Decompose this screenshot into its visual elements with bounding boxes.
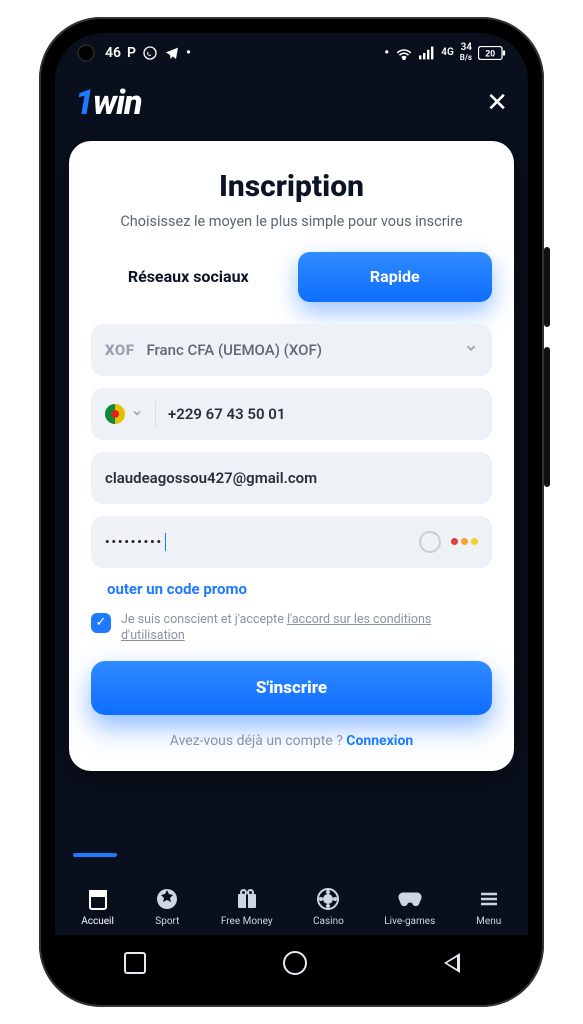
- gamepad-icon: [397, 886, 423, 912]
- signup-card: Inscription Choisissez le moyen le plus …: [69, 141, 514, 771]
- consent-text: Je suis conscient et j'accepte l'accord …: [121, 612, 492, 646]
- status-more: •: [186, 45, 191, 61]
- annotation-arrow: [55, 33, 56, 34]
- app-header: 1win ✕: [55, 69, 528, 133]
- status-dot: •: [384, 45, 389, 61]
- tabbar-item-free-money[interactable]: Free Money: [221, 886, 273, 927]
- consent-row: ✓ Je suis conscient et j'accepte l'accor…: [91, 612, 492, 646]
- tabbar-item-live-games[interactable]: Live-games: [384, 886, 435, 927]
- tab-social[interactable]: Réseaux sociaux: [91, 252, 286, 302]
- currency-code: XOF: [105, 341, 134, 359]
- telegram-icon: [164, 45, 180, 61]
- status-letter: P: [127, 45, 136, 61]
- tabbar-item-sport[interactable]: Sport: [154, 886, 180, 927]
- text-cursor: [165, 533, 166, 551]
- email-value: claudeagossou427@gmail.com: [105, 469, 478, 487]
- casino-icon: [315, 886, 341, 912]
- front-camera: [77, 44, 95, 62]
- menu-icon: [476, 886, 502, 912]
- gift-icon: [234, 886, 260, 912]
- password-field[interactable]: •••••••••: [91, 516, 492, 568]
- tabbar-label: Accueil: [81, 916, 114, 927]
- screen: 46 P • •: [55, 33, 528, 991]
- signup-method-tabs: Réseaux sociaux Rapide: [91, 252, 492, 302]
- hotspot-icon: [395, 46, 413, 60]
- email-field[interactable]: claudeagossou427@gmail.com: [91, 452, 492, 504]
- tabbar-item-casino[interactable]: Casino: [313, 886, 344, 927]
- tabbar-item-menu[interactable]: Menu: [476, 886, 502, 927]
- nav-back-button[interactable]: [444, 953, 460, 973]
- consent-checkbox[interactable]: ✓: [91, 613, 111, 633]
- tabbar-label: Menu: [476, 916, 501, 927]
- svg-text:20: 20: [485, 49, 495, 59]
- logo: 1win: [75, 83, 142, 123]
- tabbar-item-home[interactable]: Accueil: [81, 886, 114, 927]
- sport-icon: [154, 886, 180, 912]
- chevron-down-icon[interactable]: [131, 405, 143, 423]
- divider: [155, 401, 156, 427]
- eye-icon[interactable]: [419, 531, 441, 553]
- close-button[interactable]: ✕: [486, 90, 508, 116]
- password-strength: [451, 538, 478, 545]
- currency-select[interactable]: XOF Franc CFA (UEMOA) (XOF): [91, 324, 492, 376]
- bottom-tabbar: Accueil Sport Free Money: [55, 849, 528, 935]
- page-subtitle: Choisissez le moyen le plus simple pour …: [91, 212, 492, 232]
- phone-side-button: [544, 347, 550, 487]
- phone-field[interactable]: +229 67 43 50 01: [91, 388, 492, 440]
- network-speed: 34B/s: [460, 43, 472, 63]
- country-flag-icon: [105, 404, 125, 424]
- chevron-down-icon: [464, 341, 478, 359]
- tabbar-label: Sport: [155, 916, 179, 927]
- phone-value: +229 67 43 50 01: [168, 405, 478, 423]
- home-icon: [85, 886, 111, 912]
- status-bar: 46 P • •: [55, 33, 528, 69]
- phone-frame: 46 P • •: [39, 17, 544, 1007]
- password-mask: •••••••••: [105, 535, 163, 549]
- status-time: 46: [105, 45, 121, 61]
- login-link[interactable]: Connexion: [346, 733, 413, 749]
- phone-side-button: [544, 247, 550, 327]
- promo-code-link[interactable]: Ajouter un code promo: [93, 580, 492, 598]
- login-line: Avez-vous déjà un compte ? Connexion: [91, 733, 492, 749]
- nav-home-button[interactable]: [283, 951, 307, 975]
- network-type: 4G: [441, 48, 454, 58]
- currency-label: Franc CFA (UEMOA) (XOF): [146, 341, 464, 359]
- signup-button[interactable]: S'inscrire: [91, 661, 492, 715]
- tabbar-label: Live-games: [384, 916, 435, 927]
- system-nav-bar: [55, 935, 528, 991]
- tabbar-label: Free Money: [221, 916, 273, 927]
- tab-quick[interactable]: Rapide: [298, 252, 493, 302]
- page-title: Inscription: [91, 169, 492, 204]
- signal-icon: [419, 46, 435, 60]
- tabbar-label: Casino: [313, 916, 344, 927]
- nav-recents-button[interactable]: [124, 952, 146, 974]
- whatsapp-icon: [142, 45, 158, 61]
- battery-icon: 20: [478, 46, 506, 60]
